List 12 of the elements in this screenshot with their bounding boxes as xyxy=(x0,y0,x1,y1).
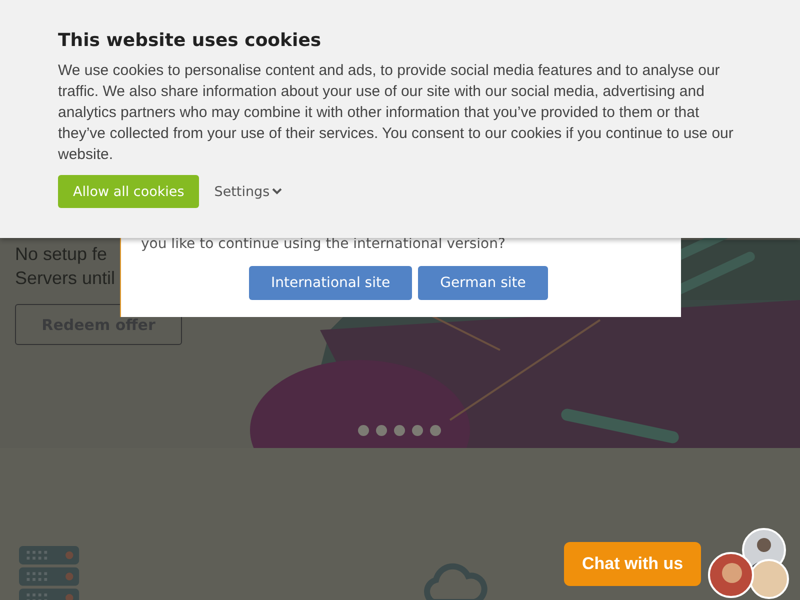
chat-button[interactable]: Chat with us xyxy=(564,542,702,586)
dialog-text: you like to continue using the international version? xyxy=(141,236,506,252)
server-icon xyxy=(19,546,81,600)
settings-dropdown[interactable]: Settings xyxy=(214,184,282,200)
hero-text: No setup fe xyxy=(15,243,108,266)
banner-title: This website uses cookies xyxy=(58,30,322,51)
hero-text: Servers until xyxy=(15,267,116,290)
site-button[interactable]: International site xyxy=(249,266,412,300)
banner-text: We use cookies to personalise content and ads, to provide social media features and to analyse our traffic. We also share information about your use of our site with our social media, advertising and analytics partners who may combine it with other information that you’ve provided to them or that they’ve collected from your use of their services. You consent to our cookies if you continue to use our website. xyxy=(58,61,734,165)
allow-cookies-button[interactable]: Allow all cookies xyxy=(58,175,200,208)
chevron-icon xyxy=(272,188,282,195)
site-button[interactable]: German site xyxy=(418,266,548,300)
